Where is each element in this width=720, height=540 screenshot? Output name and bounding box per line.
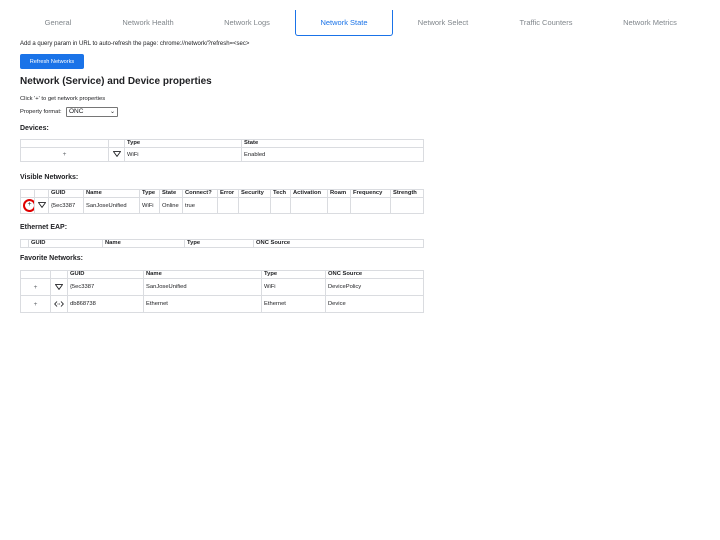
table-row: + {5ec3387 SanJoseUnified WiFi DevicePol… [20,278,424,296]
visible-networks-heading: Visible Networks: [20,174,79,181]
column-header: GUID [48,189,84,198]
table-header-row: GUID Name Type State Connect? Error Secu… [20,189,424,198]
network-type-cell [34,197,49,214]
tab-network-select[interactable]: Network Select [393,10,493,36]
column-header: Frequency [350,189,391,198]
error-cell [217,197,239,214]
column-header: Type [261,270,326,279]
property-format-value: ONC [69,108,84,115]
chevron-down-icon: ⌄ [109,109,115,115]
name-cell: SanJoseUnified [143,278,262,296]
guid-cell: {5ec3387 [67,278,144,296]
table-row: + db868738 Ethernet Ethernet Device [20,295,424,313]
tab-network-state[interactable]: Network State [295,10,393,36]
strength-cell [390,197,424,214]
tab-network-logs[interactable]: Network Logs [197,10,297,36]
ethernet-icon [54,300,64,307]
wifi-icon [112,151,121,158]
devices-heading: Devices: [20,125,49,132]
frequency-cell [350,197,391,214]
column-header [20,270,51,279]
expand-cell: + [20,147,109,162]
column-header: Type [139,189,160,198]
column-header: Strength [390,189,424,198]
column-header [20,189,35,198]
roam-cell [327,197,351,214]
state-cell: Online [159,197,183,214]
column-header: Name [83,189,140,198]
type-cell: Ethernet [261,295,326,313]
device-state-cell: Enabled [241,147,424,162]
ethernet-eap-table: GUID Name Type ONC Source [20,239,424,248]
expand-cell: + [20,278,51,296]
column-header: ONC Source [325,270,424,279]
expand-cell: + [20,197,35,214]
page-title: Network (Service) and Device properties [20,76,212,87]
onc-source-cell: Device [325,295,424,313]
column-header: State [159,189,183,198]
name-cell: SanJoseUnified [83,197,140,214]
devices-table: Type State + WiFi Enabled [20,139,424,162]
refresh-networks-button[interactable]: Refresh Networks [20,54,84,69]
property-format-label: Property format: [20,109,62,115]
visible-networks-table: GUID Name Type State Connect? Error Secu… [20,189,424,214]
network-type-cell [50,295,68,313]
tab-network-metrics[interactable]: Network Metrics [600,10,700,36]
column-header: Security [238,189,271,198]
column-header: Type [184,239,254,248]
column-header: Name [143,270,262,279]
column-header: Name [102,239,185,248]
expand-button[interactable]: + [63,151,67,158]
table-row: + {5ec3387 SanJoseUnified WiFi Online tr… [20,197,424,214]
expand-button[interactable]: + [34,301,38,308]
table-row: + WiFi Enabled [20,147,424,162]
column-header [20,239,29,248]
tab-traffic-counters[interactable]: Traffic Counters [495,10,597,36]
connect-cell: true [182,197,218,214]
tech-cell [270,197,291,214]
network-type-cell [50,278,68,296]
type-cell: WiFi [261,278,326,296]
column-header: Tech [270,189,291,198]
network-type-cell [108,147,125,162]
expand-button[interactable]: + [23,199,34,212]
column-header [20,139,109,148]
tab-bar: General Network Health Network Logs Netw… [0,10,720,36]
guid-cell: db868738 [67,295,144,313]
column-header: Connect? [182,189,218,198]
security-cell [238,197,271,214]
column-header: Roam [327,189,351,198]
expand-cell: + [20,295,51,313]
column-header: Activation [290,189,328,198]
tab-general[interactable]: General [8,10,108,36]
column-header: State [241,139,424,148]
column-header: GUID [67,270,144,279]
column-header: ONC Source [253,239,424,248]
property-format-select[interactable]: ONC ⌄ [66,107,118,117]
favorite-networks-heading: Favorite Networks: [20,255,84,262]
tab-network-health[interactable]: Network Health [98,10,198,36]
ethernet-eap-heading: Ethernet EAP: [20,224,68,231]
refresh-hint: Add a query param in URL to auto-refresh… [20,41,250,47]
onc-source-cell: DevicePolicy [325,278,424,296]
name-cell: Ethernet [143,295,262,313]
table-header-row: GUID Name Type ONC Source [20,239,424,248]
wifi-icon [37,202,46,209]
column-header: Error [217,189,239,198]
expand-button[interactable]: + [34,284,38,291]
column-header: Type [124,139,242,148]
table-header-row: GUID Name Type ONC Source [20,270,424,279]
activation-cell [290,197,328,214]
column-header [34,189,49,198]
table-header-row: Type State [20,139,424,148]
device-type-cell: WiFi [124,147,242,162]
column-header [50,270,68,279]
column-header [108,139,125,148]
type-cell: WiFi [139,197,160,214]
guid-cell: {5ec3387 [48,197,84,214]
favorite-networks-table: GUID Name Type ONC Source + {5ec3387 San… [20,270,424,313]
wifi-icon [55,283,63,290]
click-hint: Click '+' to get network properties [20,96,106,102]
column-header: GUID [28,239,103,248]
